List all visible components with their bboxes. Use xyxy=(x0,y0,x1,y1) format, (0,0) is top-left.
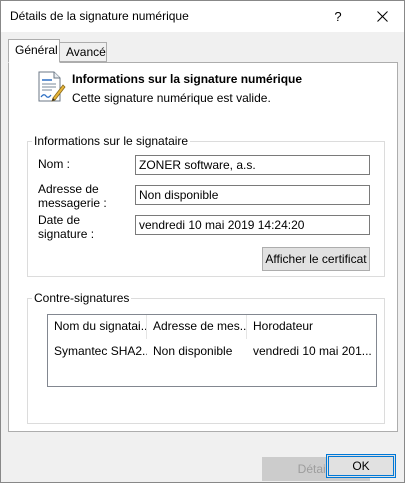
general-tab-panel: Informations sur la signature numérique … xyxy=(8,62,398,481)
email-label-line2: messagerie : xyxy=(38,196,107,210)
cell-signer-name: Symantec SHA2... xyxy=(54,344,147,358)
name-field[interactable]: ZONER software, a.s. xyxy=(135,155,370,175)
window-title: Détails de la signature numérique xyxy=(10,9,189,23)
name-label: Nom : xyxy=(38,157,71,171)
countersignatures-list[interactable]: Nom du signatai... Adresse de mes... Hor… xyxy=(47,314,377,387)
view-certificate-button[interactable]: Afficher le certificat xyxy=(262,247,370,271)
list-item[interactable]: Symantec SHA2... Non disponible vendredi… xyxy=(48,341,376,361)
ok-button[interactable]: OK xyxy=(326,454,396,478)
help-button[interactable]: ? xyxy=(316,1,360,32)
tab-avance[interactable]: Avancé xyxy=(59,42,107,62)
signer-info-group: Informations sur le signataire Nom : ZON… xyxy=(27,134,385,277)
column-header-email[interactable]: Adresse de mes... xyxy=(147,315,247,339)
header-subtitle: Cette signature numérique est valide. xyxy=(72,91,271,105)
signature-document-icon xyxy=(36,71,66,106)
countersignatures-legend: Contre-signatures xyxy=(32,291,132,305)
dialog-window: Détails de la signature numérique ? Géné… xyxy=(0,0,405,483)
date-label-line1: Date de xyxy=(38,213,81,227)
close-button[interactable] xyxy=(360,1,404,32)
list-header: Nom du signatai... Adresse de mes... Hor… xyxy=(48,315,376,339)
title-bar: Détails de la signature numérique ? xyxy=(1,1,404,32)
column-header-timestamp[interactable]: Horodateur xyxy=(247,315,376,339)
signer-info-legend: Informations sur le signataire xyxy=(32,134,191,148)
tab-general[interactable]: Général xyxy=(8,39,60,63)
column-header-name[interactable]: Nom du signatai... xyxy=(48,315,147,339)
date-label-line2: signature : xyxy=(38,227,95,241)
countersignatures-group: Contre-signatures Nom du signatai... Adr… xyxy=(27,291,385,481)
cell-timestamp: vendredi 10 mai 201... xyxy=(253,344,372,358)
email-field[interactable]: Non disponible xyxy=(135,185,370,205)
cell-email: Non disponible xyxy=(153,344,233,358)
signature-date-field[interactable]: vendredi 10 mai 2019 14:24:20 xyxy=(135,215,370,235)
header-title: Informations sur la signature numérique xyxy=(72,72,303,86)
email-label-line1: Adresse de xyxy=(38,182,99,196)
close-icon xyxy=(376,11,388,22)
ok-focus-ring xyxy=(328,456,394,476)
